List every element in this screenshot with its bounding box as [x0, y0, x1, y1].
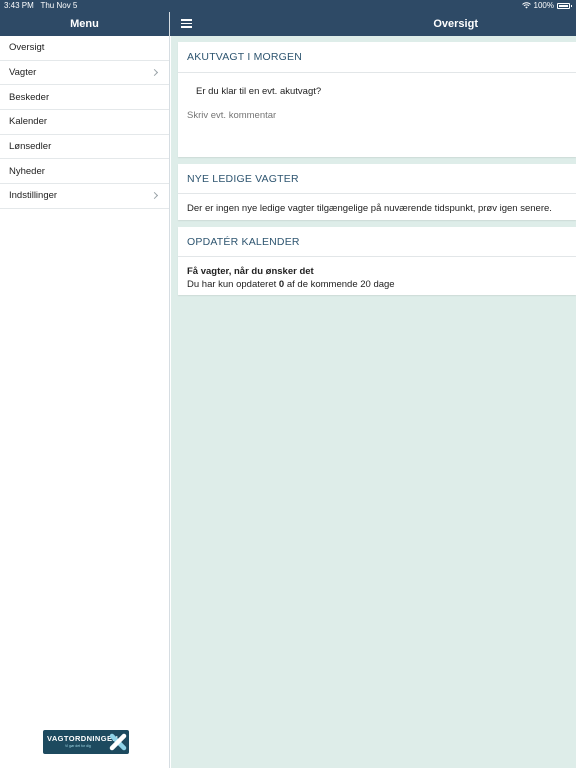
menu-list: Oversigt Vagter Beskeder Kalender Lønsed… [0, 36, 169, 209]
sidebar-item-beskeder[interactable]: Beskeder [0, 85, 169, 111]
chevron-right-icon [150, 68, 159, 77]
chevron-right-icon [150, 192, 159, 200]
sidebar-title: Menu [0, 12, 169, 36]
card-ledige-vagter: NYE LEDIGE VAGTER Der er ingen nye ledig… [178, 164, 576, 220]
status-time: 3:43 PM Thu Nov 5 [4, 1, 78, 10]
kalender-title: Få vagter, når du ønsker det [187, 266, 314, 277]
sidebar-item-label: Kalender [9, 116, 48, 128]
main-content: AKUTVAGT I MORGEN Er du klar til en evt.… [171, 36, 576, 768]
card-header: NYE LEDIGE VAGTER [178, 164, 576, 194]
sidebar-item-label: Oversigt [9, 42, 45, 54]
sidebar-item-label: Lønsedler [9, 141, 52, 153]
logo-text: VAGTORDNINGEN [47, 734, 119, 743]
ledige-vagter-text: Der er ingen nye ledige vagter tilgængel… [187, 203, 552, 214]
battery-percent: 100% [533, 1, 554, 10]
status-right: 100% [521, 1, 572, 10]
vagtordningen-logo: VAGTORDNINGEN Vi gør det for dig [43, 730, 129, 754]
card-header: OPDATÉR KALENDER [178, 227, 576, 257]
sidebar-item-oversigt[interactable]: Oversigt [0, 36, 169, 61]
sidebar-item-label: Beskeder [9, 91, 50, 103]
sidebar-item-nyheder[interactable]: Nyheder [0, 159, 169, 185]
card-header: AKUTVAGT I MORGEN [178, 42, 576, 73]
sidebar-item-indstillinger[interactable]: Indstillinger [0, 184, 169, 209]
kalender-body: Få vagter, når du ønsker det Du har kun … [178, 257, 576, 291]
comment-input[interactable] [187, 110, 567, 121]
sidebar-item-label: Nyheder [9, 165, 45, 177]
wifi-icon [521, 2, 531, 9]
logo-tagline: Vi gør det for dig [65, 744, 91, 748]
sidebar-item-vagter[interactable]: Vagter [0, 61, 169, 86]
card-akutvagt: AKUTVAGT I MORGEN Er du klar til en evt.… [178, 42, 576, 157]
sidebar-item-label: Indstillinger [9, 190, 58, 202]
cross-icon [109, 733, 127, 751]
sidebar-item-kalender[interactable]: Kalender [0, 110, 169, 135]
kalender-status: Du har kun opdateret 0 af de kommende 20… [187, 279, 395, 290]
page-title: Oversigt [433, 18, 478, 30]
battery-icon [557, 2, 572, 9]
card-opdater-kalender[interactable]: OPDATÉR KALENDER Få vagter, når du ønske… [178, 227, 576, 295]
status-bar: 3:43 PM Thu Nov 5 100% [0, 0, 576, 12]
sidebar: Menu Oversigt Vagter Beskeder Kalender L… [0, 12, 170, 768]
akutvagt-question[interactable]: Er du klar til en evt. akutvagt? [187, 86, 330, 97]
hamburger-menu-icon[interactable] [181, 19, 192, 28]
sidebar-item-label: Vagter [9, 67, 37, 79]
sidebar-item-lonsedler[interactable]: Lønsedler [0, 135, 169, 160]
top-navbar: Oversigt [170, 12, 576, 36]
